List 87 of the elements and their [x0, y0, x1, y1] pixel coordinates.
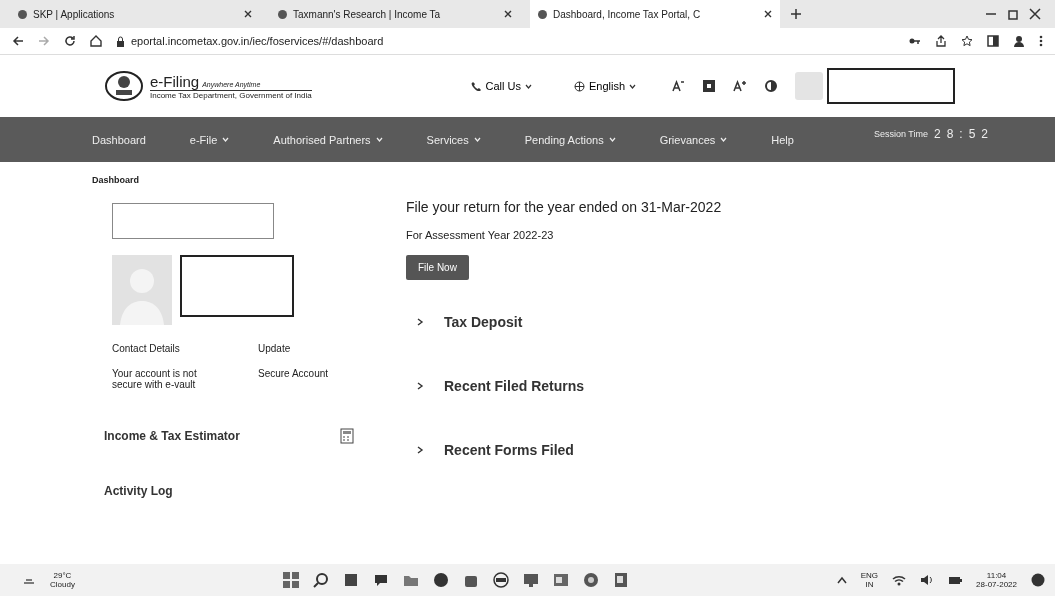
- star-icon[interactable]: [961, 35, 973, 47]
- logo-title: e-Filing: [150, 72, 200, 90]
- profile-icon[interactable]: [1013, 35, 1025, 47]
- text-reset-icon[interactable]: [703, 80, 715, 92]
- chevron-right-icon: [416, 446, 424, 454]
- caret-icon: [222, 137, 230, 142]
- browser-tab[interactable]: Dashboard, Income Tax Portal, C: [530, 0, 780, 28]
- favicon-icon: [278, 9, 287, 19]
- avatar-placeholder-icon: [112, 255, 172, 325]
- monitor-icon[interactable]: [522, 572, 539, 588]
- file-now-button[interactable]: File Now: [406, 255, 469, 280]
- clock-date[interactable]: 28-07-2022: [976, 580, 1017, 589]
- square-app-icon[interactable]: [342, 572, 359, 588]
- browser-tab[interactable]: Taxmann's Research | Income Ta: [270, 0, 520, 28]
- emblem-icon: [104, 70, 144, 102]
- close-tab-icon[interactable]: [244, 10, 252, 18]
- session-digit: 8: [946, 126, 954, 141]
- home-icon[interactable]: [90, 35, 102, 47]
- text-increase-icon[interactable]: [733, 80, 747, 92]
- breadcrumb: Dashboard: [91, 174, 140, 185]
- region-code[interactable]: IN: [865, 580, 874, 589]
- caret-icon: [629, 83, 636, 89]
- clock-time[interactable]: 11:04: [986, 571, 1007, 580]
- globe-icon: [573, 80, 585, 92]
- browser-tab[interactable]: SKP | Applications: [10, 0, 260, 28]
- caret-icon: [473, 137, 481, 142]
- contact-label: Contact Details: [112, 343, 180, 354]
- nav-item[interactable]: Grievances: [659, 133, 728, 146]
- search-icon[interactable]: [312, 572, 329, 588]
- oval-logo-icon[interactable]: [492, 572, 509, 588]
- session-digit: 5: [968, 126, 976, 141]
- secure-account-link[interactable]: Secure Account: [258, 368, 338, 390]
- caret-icon: [608, 137, 616, 142]
- wifi-icon[interactable]: [892, 574, 907, 586]
- close-tab-icon[interactable]: [504, 10, 512, 18]
- favicon-icon: [18, 9, 27, 19]
- nav-item[interactable]: Pending Actions: [524, 133, 616, 146]
- reload-icon[interactable]: [64, 35, 76, 47]
- call-us-button[interactable]: Call Us: [465, 79, 538, 93]
- update-link[interactable]: Update: [258, 343, 338, 354]
- close-tab-icon[interactable]: [764, 10, 772, 18]
- side-link[interactable]: Activity Log: [104, 484, 173, 498]
- restore-icon[interactable]: [1007, 8, 1019, 20]
- text-decrease-icon[interactable]: [672, 80, 685, 92]
- language-button[interactable]: English: [567, 79, 642, 93]
- session-digit: 2: [933, 126, 941, 141]
- caret-icon: [375, 137, 383, 142]
- lock-icon: [116, 35, 125, 47]
- sidebar-icon[interactable]: [987, 35, 999, 47]
- session-digit: 2: [981, 126, 989, 141]
- calculator-icon[interactable]: [340, 428, 354, 444]
- caret-icon: [720, 137, 728, 142]
- close-icon[interactable]: [1029, 8, 1041, 20]
- chat-bubble-icon[interactable]: [372, 572, 389, 588]
- nav-item[interactable]: Authorised Partners: [273, 133, 383, 146]
- chevron-right-icon: [416, 318, 424, 326]
- chevron-right-icon: [416, 382, 424, 390]
- url-field[interactable]: eportal.incometax.gov.in/iec/foservices/#/dashboard: [131, 35, 384, 47]
- nav-item[interactable]: Help: [771, 133, 794, 146]
- start-icon[interactable]: [282, 572, 299, 588]
- nav-item[interactable]: Dashboard: [92, 133, 146, 146]
- phone-icon: [471, 81, 482, 91]
- weather-text: Cloudy: [50, 580, 75, 589]
- accordion-header[interactable]: Recent Forms Filed: [416, 442, 722, 458]
- session-label: Session Time: [873, 128, 928, 139]
- temperature: 29°C: [53, 571, 72, 580]
- nav-item[interactable]: e-File: [189, 133, 230, 146]
- back-icon[interactable]: [12, 35, 24, 47]
- new-tab-icon[interactable]: [790, 8, 802, 20]
- share-icon[interactable]: [935, 35, 947, 47]
- favicon-icon: [538, 9, 547, 19]
- more-icon[interactable]: [1039, 35, 1043, 47]
- contrast-icon[interactable]: [765, 80, 777, 92]
- chevron-up-icon[interactable]: [836, 576, 847, 584]
- side-link[interactable]: Income & Tax Estimator: [104, 429, 240, 443]
- battery-icon[interactable]: [948, 574, 963, 586]
- nav-item[interactable]: Services: [426, 133, 481, 146]
- return-subtitle: For Assessment Year 2022-23: [406, 229, 555, 241]
- logo-subtitle: Income Tax Department, Government of India: [150, 90, 312, 100]
- accordion-header[interactable]: Tax Deposit: [416, 314, 722, 330]
- security-note: Your account is not secure with e-vault: [112, 368, 198, 390]
- caret-icon: [524, 83, 532, 89]
- speaker-icon[interactable]: [920, 574, 935, 586]
- session-digit: :: [959, 126, 963, 141]
- language-code[interactable]: ENG: [860, 571, 879, 580]
- return-title: File your return for the year ended on 31-Mar-2022: [406, 199, 722, 215]
- accordion-header[interactable]: Recent Filed Returns: [416, 378, 722, 394]
